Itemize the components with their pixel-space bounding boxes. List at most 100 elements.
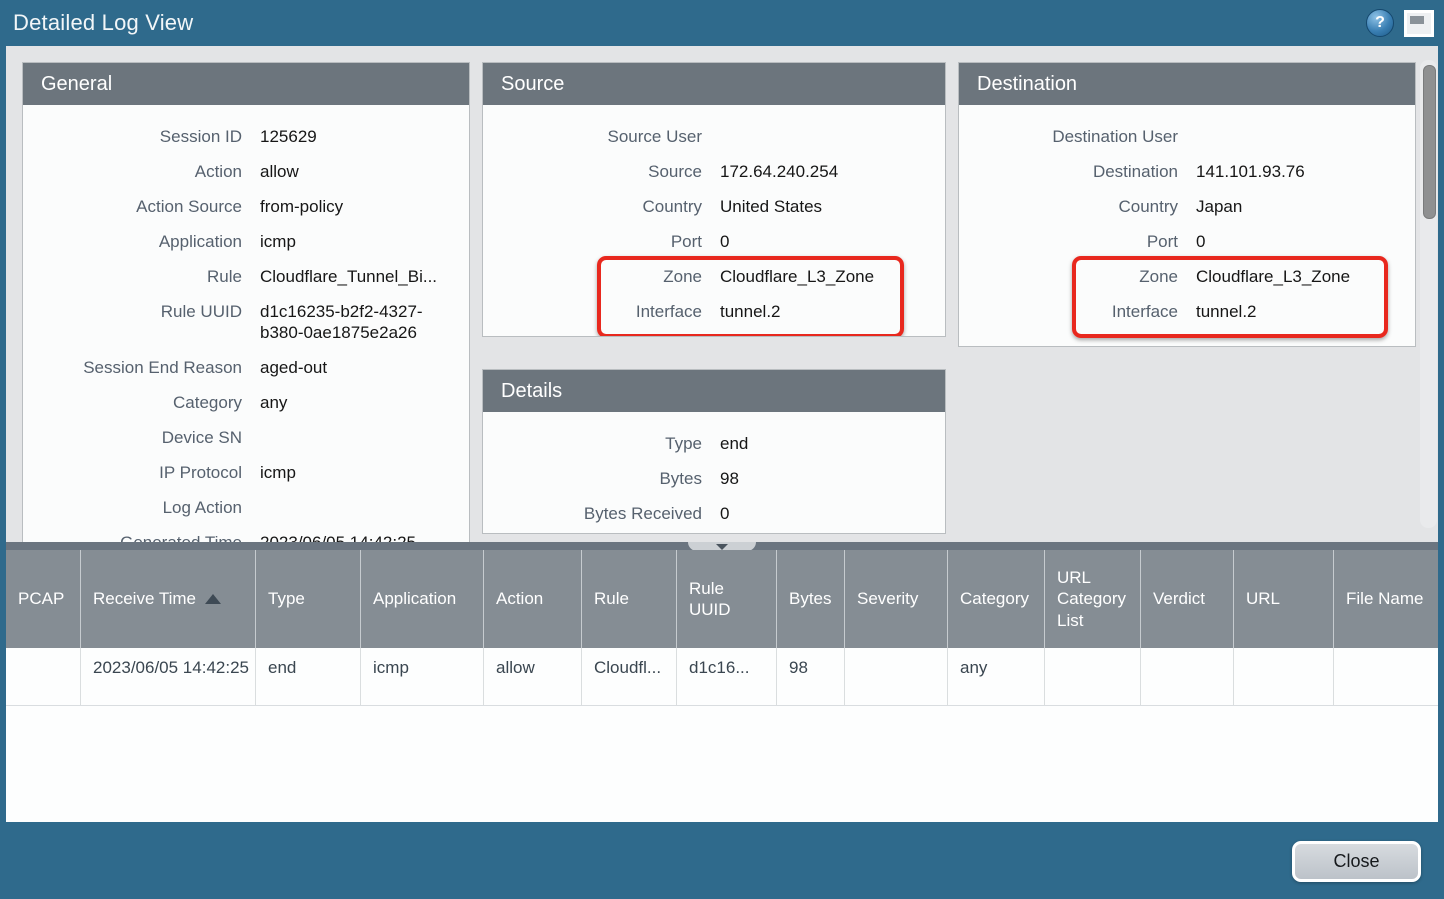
field-value: any bbox=[260, 393, 288, 412]
cell-application: icmp bbox=[361, 648, 484, 705]
close-button[interactable]: Close bbox=[1292, 841, 1421, 882]
column-header-rule[interactable]: Rule bbox=[582, 550, 677, 648]
field-row: Port 0 bbox=[973, 224, 1399, 259]
column-header-rule-uuid[interactable]: Rule UUID bbox=[677, 550, 777, 648]
title-bar: Detailed Log View ? bbox=[0, 0, 1444, 46]
field-label: Port bbox=[670, 232, 702, 251]
field-value: 0 bbox=[720, 232, 730, 251]
field-label: Device SN bbox=[161, 428, 242, 447]
details-panel-body: Type end Bytes 98 Bytes Received 0 bbox=[483, 412, 945, 533]
field-value: d1c16235-b2f2-4327-b380-0ae1875e2a26 bbox=[260, 302, 423, 342]
column-header-label: Category bbox=[960, 589, 1029, 609]
field-row: Action Source from-policy bbox=[37, 189, 453, 224]
field-label: Interface bbox=[1111, 302, 1178, 321]
field-label: Zone bbox=[663, 267, 702, 286]
column-header-verdict[interactable]: Verdict bbox=[1141, 550, 1234, 648]
field-value: Cloudflare_L3_Zone bbox=[720, 267, 875, 286]
window-glyph-bar bbox=[1410, 15, 1424, 24]
column-header-bytes[interactable]: Bytes bbox=[777, 550, 845, 648]
field-row: Generated Time 2023/06/05 14:42:25 bbox=[37, 525, 453, 542]
help-icon[interactable]: ? bbox=[1366, 9, 1394, 37]
field-row: Destination 141.101.93.76 bbox=[973, 154, 1399, 189]
field-row: Session ID 125629 bbox=[37, 119, 453, 154]
field-label: Destination User bbox=[1052, 127, 1178, 146]
section-splitter[interactable] bbox=[6, 542, 1438, 551]
field-label: Type bbox=[665, 434, 702, 453]
column-header-label: Rule UUID bbox=[689, 578, 731, 619]
general-panel: General Session ID 125629 Action allow A… bbox=[22, 62, 470, 542]
field-label: Country bbox=[1118, 197, 1178, 216]
column-header-receive-time[interactable]: Receive Time bbox=[81, 550, 256, 648]
field-label: Action Source bbox=[136, 197, 242, 216]
field-value: 2023/06/05 14:42:25 bbox=[242, 532, 453, 542]
cell-url bbox=[1234, 648, 1334, 705]
cell-severity bbox=[845, 648, 948, 705]
field-row: Destination User bbox=[973, 119, 1399, 154]
cell-type: end bbox=[256, 648, 361, 705]
field-label: Rule UUID bbox=[160, 302, 242, 321]
column-header-url[interactable]: URL bbox=[1234, 550, 1334, 648]
cell-file-name bbox=[1334, 648, 1438, 705]
column-header-type[interactable]: Type bbox=[256, 550, 361, 648]
field-value: from-policy bbox=[260, 197, 344, 216]
log-detail-section: General Session ID 125629 Action allow A… bbox=[6, 46, 1438, 542]
field-row: Device SN bbox=[37, 420, 453, 455]
column-header-application[interactable]: Application bbox=[361, 550, 484, 648]
field-row: Interface tunnel.2 bbox=[497, 294, 929, 329]
log-table-body: 2023/06/05 14:42:25 end icmp allow Cloudfl..… bbox=[6, 648, 1438, 706]
field-row: Interface tunnel.2 bbox=[973, 294, 1399, 329]
field-row: Type end bbox=[497, 426, 929, 461]
field-row: Rule UUID d1c16235-b2f2-4327-b380-0ae187… bbox=[37, 294, 453, 350]
field-value: Japan bbox=[1196, 197, 1243, 216]
cell-verdict bbox=[1141, 648, 1234, 705]
field-value: 141.101.93.76 bbox=[1196, 162, 1305, 181]
column-header-url-category-list[interactable]: URL Category List bbox=[1045, 550, 1141, 648]
column-header-label: Application bbox=[373, 589, 457, 609]
cell-action: allow bbox=[484, 648, 582, 705]
cell-category: any bbox=[948, 648, 1045, 705]
field-value: end bbox=[720, 434, 749, 453]
field-row: Zone Cloudflare_L3_Zone bbox=[497, 259, 929, 294]
title-bar-actions: ? bbox=[1366, 9, 1434, 37]
field-value: Cloudflare_L3_Zone bbox=[1196, 267, 1351, 286]
log-table-header-row: PCAP Receive Time Type Application Action Rul… bbox=[6, 550, 1438, 648]
field-label: Zone bbox=[1139, 267, 1178, 286]
log-table-row[interactable]: 2023/06/05 14:42:25 end icmp allow Cloudfl..… bbox=[6, 648, 1438, 706]
restore-window-icon[interactable] bbox=[1404, 9, 1434, 37]
scrollbar-thumb[interactable] bbox=[1423, 65, 1436, 219]
field-row: Source 172.64.240.254 bbox=[497, 154, 929, 189]
field-label: Application bbox=[158, 232, 242, 251]
column-header-category[interactable]: Category bbox=[948, 550, 1045, 648]
field-label: Source bbox=[648, 162, 702, 181]
vertical-scrollbar[interactable] bbox=[1420, 60, 1437, 528]
column-header-action[interactable]: Action bbox=[484, 550, 582, 648]
details-panel-title: Details bbox=[483, 370, 945, 412]
column-header-label: Type bbox=[268, 589, 305, 609]
column-header-label: URL bbox=[1246, 589, 1281, 609]
field-value: tunnel.2 bbox=[720, 302, 781, 321]
details-panel: Details Type end Bytes 98 Bytes Received… bbox=[482, 369, 946, 534]
column-header-severity[interactable]: Severity bbox=[845, 550, 948, 648]
field-label: Interface bbox=[635, 302, 702, 321]
field-value: 172.64.240.254 bbox=[720, 162, 839, 181]
field-row: Session End Reason aged-out bbox=[37, 350, 453, 385]
field-row: Rule Cloudflare_Tunnel_Bi... bbox=[37, 259, 453, 294]
field-label: Country bbox=[642, 197, 702, 216]
field-value: 125629 bbox=[260, 127, 317, 146]
field-row: Bytes Received 0 bbox=[497, 496, 929, 531]
column-header-pcap[interactable]: PCAP bbox=[6, 550, 81, 648]
destination-panel-body: Destination User Destination 141.101.93.… bbox=[959, 105, 1415, 335]
dialog-title: Detailed Log View bbox=[13, 10, 194, 35]
cell-bytes: 98 bbox=[777, 648, 845, 705]
cell-pcap bbox=[6, 648, 81, 705]
field-label: Generated Time bbox=[37, 532, 242, 542]
column-header-label: Verdict bbox=[1153, 589, 1205, 609]
column-header-label: URL Category List bbox=[1057, 568, 1126, 630]
field-value: Cloudflare_Tunnel_Bi... bbox=[260, 267, 438, 286]
column-header-file-name[interactable]: File Name bbox=[1334, 550, 1438, 648]
cell-url-category-list bbox=[1045, 648, 1141, 705]
destination-panel-title: Destination bbox=[959, 63, 1415, 105]
field-value: 98 bbox=[720, 469, 739, 488]
general-panel-title: General bbox=[23, 63, 469, 105]
field-value: icmp bbox=[260, 232, 296, 251]
